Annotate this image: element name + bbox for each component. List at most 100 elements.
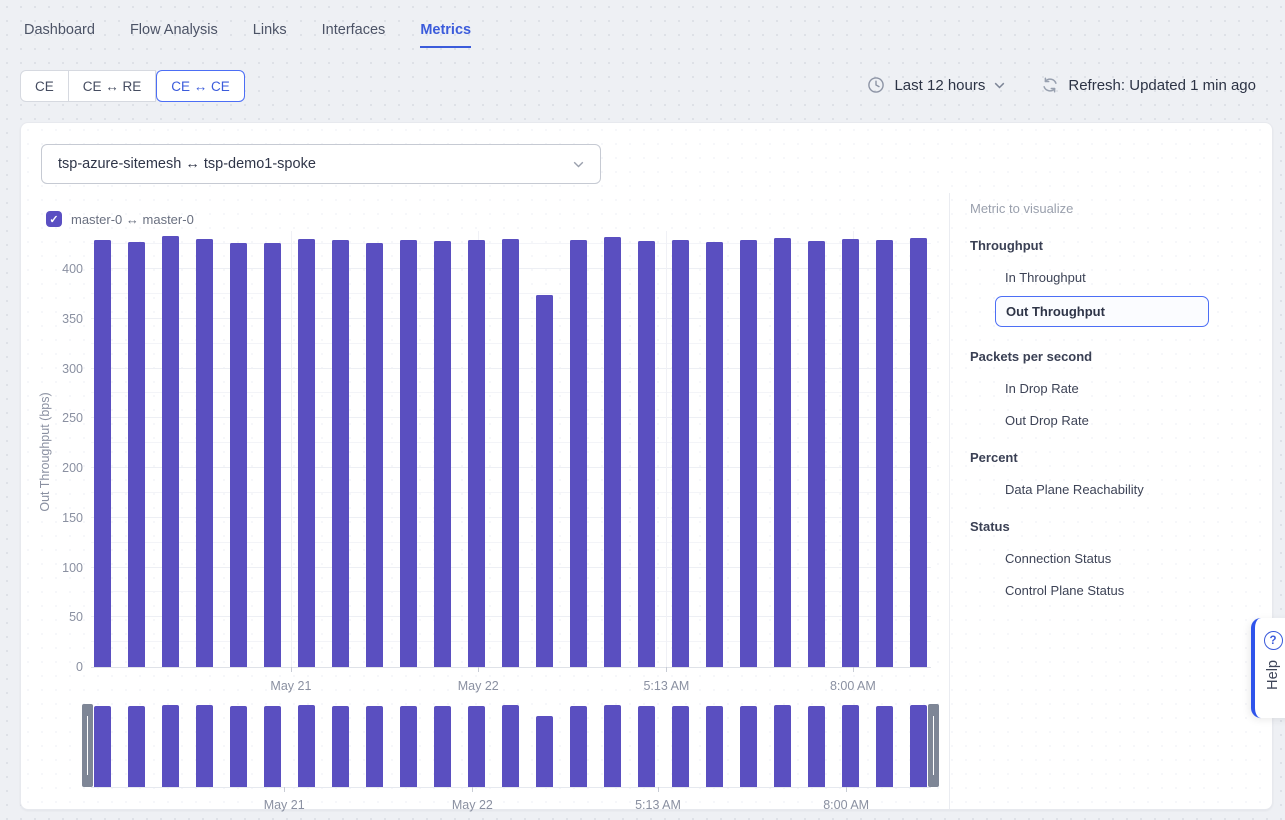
brush-bar [128, 706, 145, 787]
brush-bar [264, 706, 281, 787]
x-tick-label: May 22 [458, 679, 499, 693]
brush-tick-mark [658, 787, 659, 792]
brush-handle-left[interactable] [82, 704, 93, 787]
bar [604, 237, 621, 667]
series-toggle: ✓ master-0 ↔ master-0 [46, 211, 194, 227]
main-bar-chart [91, 231, 931, 668]
bar [808, 241, 825, 667]
nav-item-dashboard[interactable]: Dashboard [24, 22, 95, 48]
brush-bar [672, 706, 689, 788]
bar [162, 236, 179, 667]
metric-item-in-throughput[interactable]: In Throughput [1005, 270, 1248, 285]
gridline-v [291, 231, 292, 667]
nav-item-metrics[interactable]: Metrics [420, 22, 471, 48]
bar [366, 243, 383, 667]
gridline-v [666, 231, 667, 667]
time-range-selector[interactable]: Last 12 hours [867, 76, 1005, 94]
chevron-down-icon [994, 82, 1005, 89]
brush-bar [298, 705, 315, 787]
nav-item-flow-analysis[interactable]: Flow Analysis [130, 22, 218, 48]
metric-item-data-plane-reachability[interactable]: Data Plane Reachability [1005, 482, 1248, 497]
pair-selector-value: tsp-azure-sitemesh ↔ tsp-demo1-spoke [58, 156, 316, 172]
metric-group-percent: Percent [970, 450, 1248, 465]
brush-bar [536, 716, 553, 787]
metric-group-packets-per-second: Packets per second [970, 349, 1248, 364]
x-axis-labels: May 21May 225:13 AM8:00 AM [91, 679, 931, 699]
metric-item-control-plane-status[interactable]: Control Plane Status [1005, 583, 1248, 598]
view-scope-tabs: CECE ↔ RECE ↔ CE [20, 70, 245, 102]
x-tick-label: May 21 [270, 679, 311, 693]
x-tick-mark [478, 667, 479, 672]
bar [400, 240, 417, 667]
view-tab-0[interactable]: CE [20, 70, 69, 102]
view-tab-2[interactable]: CE ↔ CE [156, 70, 245, 102]
view-tab-1[interactable]: CE ↔ RE [69, 70, 157, 102]
pair-selector[interactable]: tsp-azure-sitemesh ↔ tsp-demo1-spoke [41, 144, 601, 184]
bar [298, 239, 315, 667]
brush-bar [502, 705, 519, 787]
bar [196, 239, 213, 667]
refresh-label: Refresh: Updated 1 min ago [1068, 77, 1256, 94]
sidebar-title: Metric to visualize [970, 201, 1248, 216]
brush-navigator-chart[interactable] [91, 704, 931, 788]
brush-bar [94, 706, 111, 788]
toolbar-right: Last 12 hours Refresh: Updated 1 min ago [867, 76, 1256, 94]
help-button[interactable]: ? Help [1251, 618, 1285, 718]
bar [638, 241, 655, 667]
question-circle-icon: ? [1264, 631, 1283, 650]
brush-bar [604, 705, 621, 787]
bar [706, 242, 723, 667]
brush-x-tick-label: 8:00 AM [823, 798, 869, 812]
brush-bar [774, 705, 791, 787]
metric-item-out-throughput[interactable]: Out Throughput [995, 296, 1209, 327]
bar [502, 239, 519, 667]
refresh-button[interactable]: Refresh: Updated 1 min ago [1041, 76, 1256, 94]
brush-x-tick-label: 5:13 AM [635, 798, 681, 812]
brush-bar [876, 706, 893, 788]
bar [230, 243, 247, 667]
bar [842, 239, 859, 667]
brush-bar [638, 706, 655, 787]
bar [434, 241, 451, 667]
brush-tick-mark [284, 787, 285, 792]
bar [468, 240, 485, 667]
y-axis-labels: 050100150200250300350400 [29, 231, 83, 667]
y-tick-label: 100 [62, 561, 83, 575]
x-tick-label: 5:13 AM [643, 679, 689, 693]
brush-bar [468, 706, 485, 788]
brush-bar [400, 706, 417, 788]
metric-item-out-drop-rate[interactable]: Out Drop Rate [1005, 413, 1248, 428]
metric-group-status: Status [970, 519, 1248, 534]
x-tick-mark [853, 667, 854, 672]
y-tick-label: 50 [69, 610, 83, 624]
y-tick-label: 350 [62, 312, 83, 326]
brush-x-axis-labels: May 21May 225:13 AM8:00 AM [91, 798, 931, 816]
metric-item-in-drop-rate[interactable]: In Drop Rate [1005, 381, 1248, 396]
y-tick-label: 250 [62, 411, 83, 425]
bar [910, 238, 927, 667]
bar [94, 240, 111, 667]
nav-item-links[interactable]: Links [253, 22, 287, 48]
bar [774, 238, 791, 667]
metric-sidebar: Metric to visualize ThroughputIn Through… [949, 193, 1272, 809]
bar [740, 240, 757, 667]
top-nav: Dashboard Flow Analysis Links Interfaces Met… [24, 22, 471, 48]
series-checkbox[interactable]: ✓ [46, 211, 62, 227]
brush-bar [570, 706, 587, 788]
metrics-page: Dashboard Flow Analysis Links Interfaces Met… [0, 0, 1285, 820]
brush-x-tick-label: May 22 [452, 798, 493, 812]
x-tick-mark [291, 667, 292, 672]
brush-bar [366, 706, 383, 787]
brush-bar [808, 706, 825, 787]
bar [672, 240, 689, 667]
brush-bar [842, 705, 859, 787]
brush-bar [162, 705, 179, 787]
clock-icon [867, 76, 885, 94]
brush-tick-mark [846, 787, 847, 792]
bar [128, 242, 145, 667]
brush-bar [434, 706, 451, 787]
metric-item-connection-status[interactable]: Connection Status [1005, 551, 1248, 566]
y-tick-label: 300 [62, 362, 83, 376]
nav-item-interfaces[interactable]: Interfaces [322, 22, 386, 48]
brush-handle-right[interactable] [928, 704, 939, 787]
